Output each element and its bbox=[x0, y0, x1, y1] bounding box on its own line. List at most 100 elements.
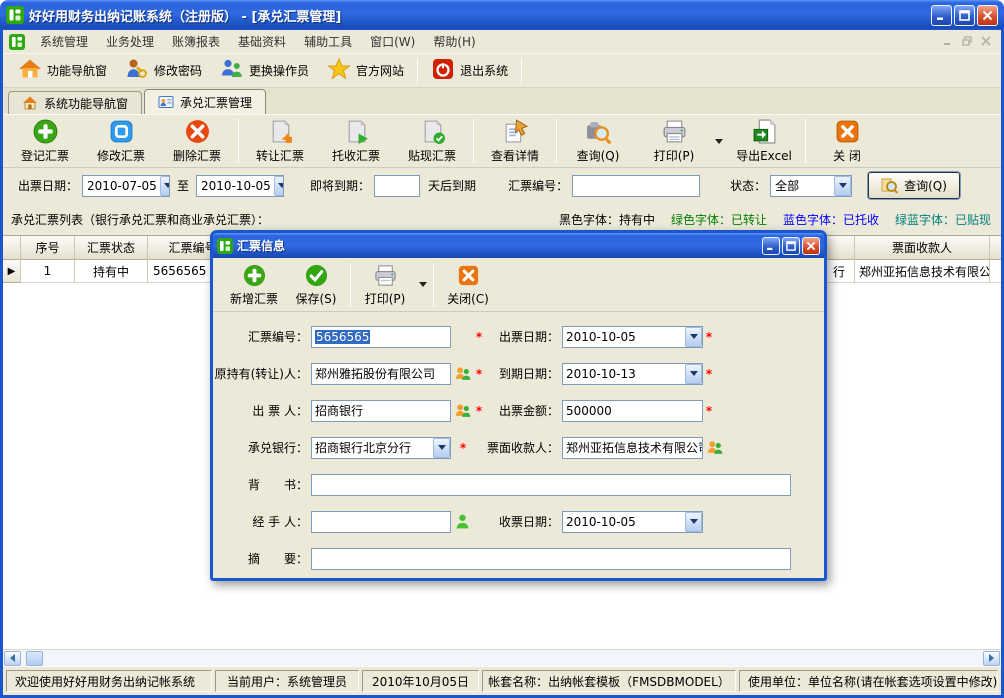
view-detail-button[interactable]: 查看详情 bbox=[477, 116, 553, 166]
legend-collected: 蓝色字体：已托收 bbox=[783, 211, 879, 228]
dropdown-arrow-icon[interactable] bbox=[685, 364, 702, 384]
tab-bill-management[interactable]: 承兑汇票管理 bbox=[144, 89, 266, 114]
scroll-left-icon[interactable] bbox=[4, 651, 21, 666]
query-button[interactable]: 查询(Q) bbox=[560, 116, 636, 166]
dialog-print-button[interactable]: 打印(P) bbox=[354, 263, 416, 307]
scroll-right-icon[interactable] bbox=[983, 651, 1000, 666]
maximize-icon[interactable] bbox=[954, 5, 975, 26]
dropdown-arrow-icon[interactable] bbox=[274, 176, 284, 196]
edit-square-icon bbox=[108, 118, 135, 145]
caret-down-icon bbox=[419, 282, 427, 287]
save-button[interactable]: 保存(S) bbox=[285, 263, 347, 307]
dropdown-arrow-icon[interactable] bbox=[433, 438, 450, 458]
tab-nav-window[interactable]: 系统功能导航窗 bbox=[8, 91, 142, 114]
modify-bill-button[interactable]: 修改汇票 bbox=[83, 116, 159, 166]
dialog-minimize-icon[interactable] bbox=[762, 237, 780, 255]
export-excel-label: 导出Excel bbox=[736, 147, 792, 164]
dialog-close-icon[interactable] bbox=[802, 237, 820, 255]
drawer-lookup-button[interactable] bbox=[451, 402, 473, 419]
star-icon bbox=[327, 57, 351, 84]
printer-icon bbox=[373, 263, 398, 288]
close-module-label: 关 闭 bbox=[833, 147, 861, 164]
save-label: 保存(S) bbox=[296, 290, 337, 307]
menu-tools[interactable]: 辅助工具 bbox=[295, 31, 361, 52]
billno-field[interactable]: 5656565 bbox=[311, 326, 451, 348]
close-module-button[interactable]: 关 闭 bbox=[809, 116, 885, 166]
menu-basedata[interactable]: 基础资料 bbox=[229, 31, 295, 52]
delete-bill-button[interactable]: 删除汇票 bbox=[159, 116, 235, 166]
due-date-field[interactable]: 2010-10-13 bbox=[562, 363, 703, 385]
acceptor-field[interactable]: 招商银行北京分行 bbox=[311, 437, 451, 459]
receive-date-field[interactable]: 2010-10-05 bbox=[562, 511, 703, 533]
billno-input[interactable] bbox=[572, 175, 700, 197]
transfer-bill-button[interactable]: 转让汇票 bbox=[242, 116, 318, 166]
print-dropdown-button[interactable] bbox=[712, 119, 726, 163]
menu-window[interactable]: 窗口(W) bbox=[361, 31, 424, 52]
payee-field-label: 票面收款人： bbox=[469, 439, 559, 456]
due-days-input[interactable] bbox=[374, 175, 420, 197]
menu-business[interactable]: 业务处理 bbox=[97, 31, 163, 52]
summary-field[interactable] bbox=[311, 548, 791, 570]
date-from-combo[interactable]: 2010-07-05 bbox=[82, 175, 170, 197]
website-button[interactable]: 官方网站 bbox=[318, 54, 413, 87]
status-welcome: 欢迎使用好好用财务出纳记帐系统 bbox=[6, 670, 212, 692]
drawer-field[interactable]: 招商银行 bbox=[311, 400, 451, 422]
due-date-field-label: 到期日期： bbox=[485, 365, 559, 382]
mdi-restore-icon[interactable] bbox=[959, 34, 974, 48]
collect-bill-button[interactable]: 托收汇票 bbox=[318, 116, 394, 166]
dropdown-arrow-icon[interactable] bbox=[685, 512, 702, 532]
close-icon[interactable] bbox=[977, 5, 998, 26]
menu-system[interactable]: 系统管理 bbox=[31, 31, 97, 52]
print-button[interactable]: 打印(P) bbox=[636, 116, 712, 166]
required-mark: * bbox=[473, 404, 485, 418]
discount-bill-label: 贴现汇票 bbox=[408, 147, 456, 164]
query-filter-button[interactable]: 查询(Q) bbox=[868, 172, 960, 199]
endorse-field[interactable] bbox=[311, 474, 791, 496]
payee-lookup-button[interactable] bbox=[703, 439, 725, 456]
exit-button[interactable]: 退出系统 bbox=[422, 54, 517, 87]
close-x-icon bbox=[456, 263, 481, 288]
add-bill-button[interactable]: 新增汇票 bbox=[223, 263, 285, 307]
change-operator-label: 更换操作员 bbox=[249, 62, 309, 79]
dialog-maximize-icon[interactable] bbox=[782, 237, 800, 255]
discount-bill-button[interactable]: 贴现汇票 bbox=[394, 116, 470, 166]
menu-help[interactable]: 帮助(H) bbox=[424, 31, 484, 52]
export-excel-button[interactable]: 导出Excel bbox=[726, 116, 802, 166]
scrollbar-thumb[interactable] bbox=[26, 651, 43, 666]
dropdown-arrow-icon[interactable] bbox=[160, 176, 170, 196]
minimize-icon[interactable] bbox=[931, 5, 952, 26]
mdi-window-buttons bbox=[940, 34, 993, 48]
change-operator-button[interactable]: 更换操作员 bbox=[211, 54, 318, 87]
dropdown-arrow-icon[interactable] bbox=[685, 327, 702, 347]
issue-date-field[interactable]: 2010-10-05 bbox=[562, 326, 703, 348]
amount-field[interactable]: 500000 bbox=[562, 400, 703, 422]
col-seq[interactable]: 序号 bbox=[21, 236, 75, 260]
col-payee[interactable]: 票面收款人 bbox=[855, 236, 990, 260]
horizontal-scrollbar[interactable] bbox=[3, 649, 1001, 666]
status-unit: 使用单位：单位名称(请在帐套选项设置中修改) bbox=[739, 670, 998, 692]
status-combo[interactable]: 全部 bbox=[770, 175, 852, 197]
mdi-minimize-icon[interactable] bbox=[940, 34, 955, 48]
orig-holder-field[interactable]: 郑州雅拓股份有限公司 bbox=[311, 363, 451, 385]
change-password-button[interactable]: 修改密码 bbox=[116, 54, 211, 87]
row-marker: ▶ bbox=[3, 260, 21, 283]
users-icon bbox=[220, 57, 244, 84]
contacts-icon bbox=[706, 439, 723, 456]
handler-field[interactable] bbox=[311, 511, 451, 533]
col-status[interactable]: 汇票状态 bbox=[75, 236, 148, 260]
handler-lookup-button[interactable] bbox=[451, 513, 473, 530]
orig-holder-lookup-button[interactable] bbox=[451, 365, 473, 382]
dropdown-arrow-icon[interactable] bbox=[834, 176, 851, 196]
menu-books[interactable]: 账簿报表 bbox=[163, 31, 229, 52]
register-bill-button[interactable]: 登记汇票 bbox=[7, 116, 83, 166]
date-to-combo[interactable]: 2010-10-05 bbox=[196, 175, 284, 197]
legend-transferred: 绿色字体：已转让 bbox=[671, 211, 767, 228]
dialog-print-dropdown-button[interactable] bbox=[416, 263, 430, 307]
person-icon bbox=[454, 513, 471, 530]
caret-down-icon bbox=[715, 139, 723, 144]
filter-bar: 出票日期： 2010-07-05 至 2010-10-05 即将到期： 天后到期… bbox=[3, 168, 1001, 203]
payee-field[interactable]: 郑州亚拓信息技术有限公司 bbox=[562, 437, 703, 459]
mdi-close-icon[interactable] bbox=[978, 34, 993, 48]
dialog-close-button[interactable]: 关闭(C) bbox=[437, 263, 499, 307]
nav-window-button[interactable]: 功能导航窗 bbox=[9, 54, 116, 87]
